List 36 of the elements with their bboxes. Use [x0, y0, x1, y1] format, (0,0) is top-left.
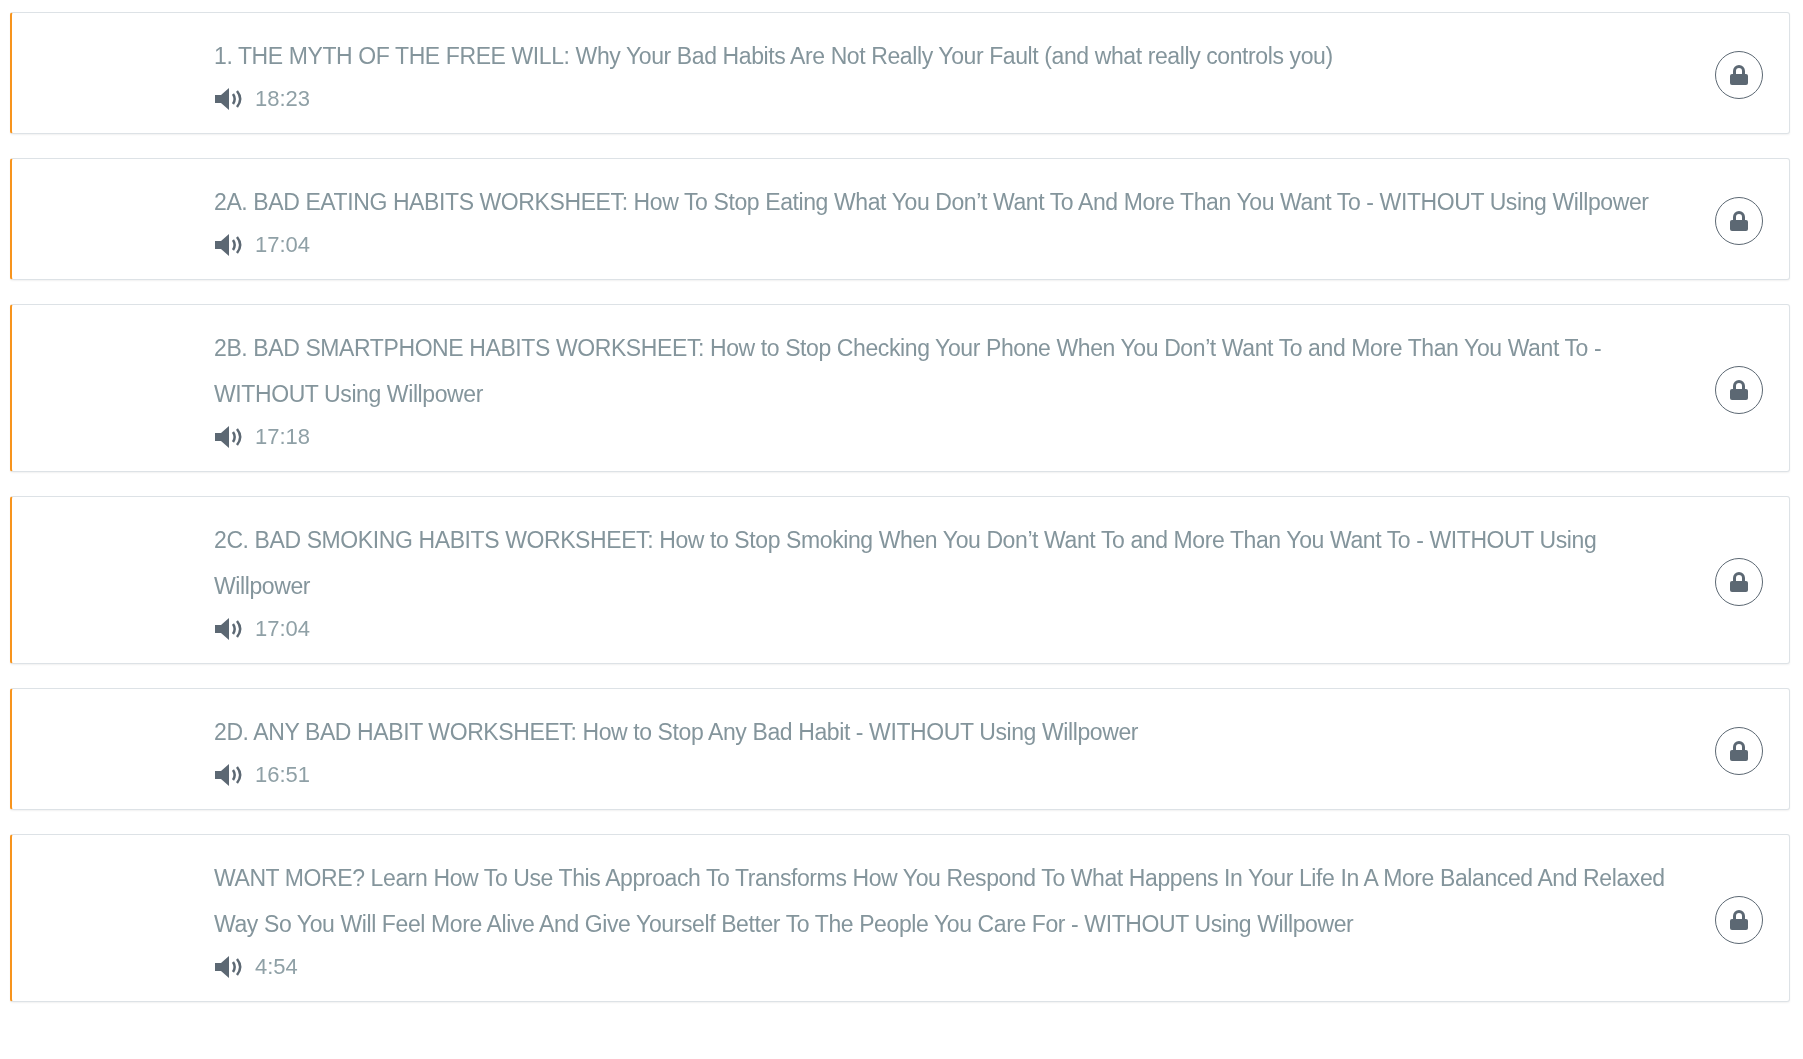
lock-button[interactable]	[1715, 51, 1763, 99]
lesson-title: 2B. BAD SMARTPHONE HABITS WORKSHEET: How to Stop Checking Your Phone When You Don’t Want To and More Than You Want To - WITHOUT Using Willpower	[214, 334, 1603, 409]
lock-icon	[1729, 379, 1749, 401]
lock-button[interactable]	[1715, 727, 1763, 775]
lesson-card[interactable]: 2D. ANY BAD HABIT WORKSHEET: How to Stop Any Bad Habit - WITHOUT Using Willpower 16:51	[10, 688, 1790, 810]
speaker-icon	[214, 617, 243, 641]
lock-button[interactable]	[1715, 896, 1763, 944]
lesson-card[interactable]: 2B. BAD SMARTPHONE HABITS WORKSHEET: How to Stop Checking Your Phone When You Don’t Want To and More Than You Want To - WITHOUT Using Willpower 17:18	[10, 304, 1790, 472]
speaker-icon	[214, 233, 243, 257]
duration-text: 17:04	[255, 231, 311, 259]
speaker-icon	[214, 425, 243, 449]
lesson-card[interactable]: 2A. BAD EATING HABITS WORKSHEET: How To Stop Eating What You Don’t Want To And More Than You Want To - WITHOUT Using Willpower 17:04	[10, 158, 1790, 280]
lesson-card[interactable]: 1. THE MYTH OF THE FREE WILL: Why Your Bad Habits Are Not Really Your Fault (and what really controls you) 18:23	[10, 12, 1790, 134]
duration-text: 18:23	[255, 85, 311, 113]
lesson-title: 2A. BAD EATING HABITS WORKSHEET: How To Stop Eating What You Don’t Want To And More Than You Want To - WITHOUT Using Willpower	[214, 188, 1650, 217]
lesson-card[interactable]: 2C. BAD SMOKING HABITS WORKSHEET: How to Stop Smoking When You Don’t Want To and More Than You Want To - WITHOUT Using Willpower 17:04	[10, 496, 1790, 664]
speaker-icon	[214, 87, 243, 111]
duration-text: 4:54	[255, 953, 298, 981]
duration-text: 16:51	[255, 761, 311, 789]
duration-text: 17:04	[255, 615, 311, 643]
lock-button[interactable]	[1715, 558, 1763, 606]
lock-icon	[1729, 740, 1749, 762]
lesson-title: WANT MORE? Learn How To Use This Approach To Transforms How You Respond To What Happens In Your Life In A More Balanced And Relaxed Way So You Will Feel More Alive And Give Yourself Better To The People You Care For - WITHOUT Using Willpower	[214, 864, 1666, 939]
lesson-card[interactable]	[10, 834, 1790, 1002]
lock-button[interactable]	[1715, 366, 1763, 414]
lesson-title: 1. THE MYTH OF THE FREE WILL: Why Your Bad Habits Are Not Really Your Fault (and what really controls you)	[214, 42, 1334, 71]
duration-text: 17:18	[255, 423, 311, 451]
lesson-title: 2C. BAD SMOKING HABITS WORKSHEET: How to Stop Smoking When You Don’t Want To and More Than You Want To - WITHOUT Using Willpower	[214, 526, 1598, 601]
lock-icon	[1729, 909, 1749, 931]
lesson-title: 2D. ANY BAD HABIT WORKSHEET: How to Stop Any Bad Habit - WITHOUT Using Willpower	[214, 718, 1140, 747]
speaker-icon	[214, 955, 243, 979]
lock-icon	[1729, 210, 1749, 232]
lock-icon	[1729, 571, 1749, 593]
lock-button[interactable]	[1715, 197, 1763, 245]
speaker-icon	[214, 763, 243, 787]
lock-icon	[1729, 64, 1749, 86]
